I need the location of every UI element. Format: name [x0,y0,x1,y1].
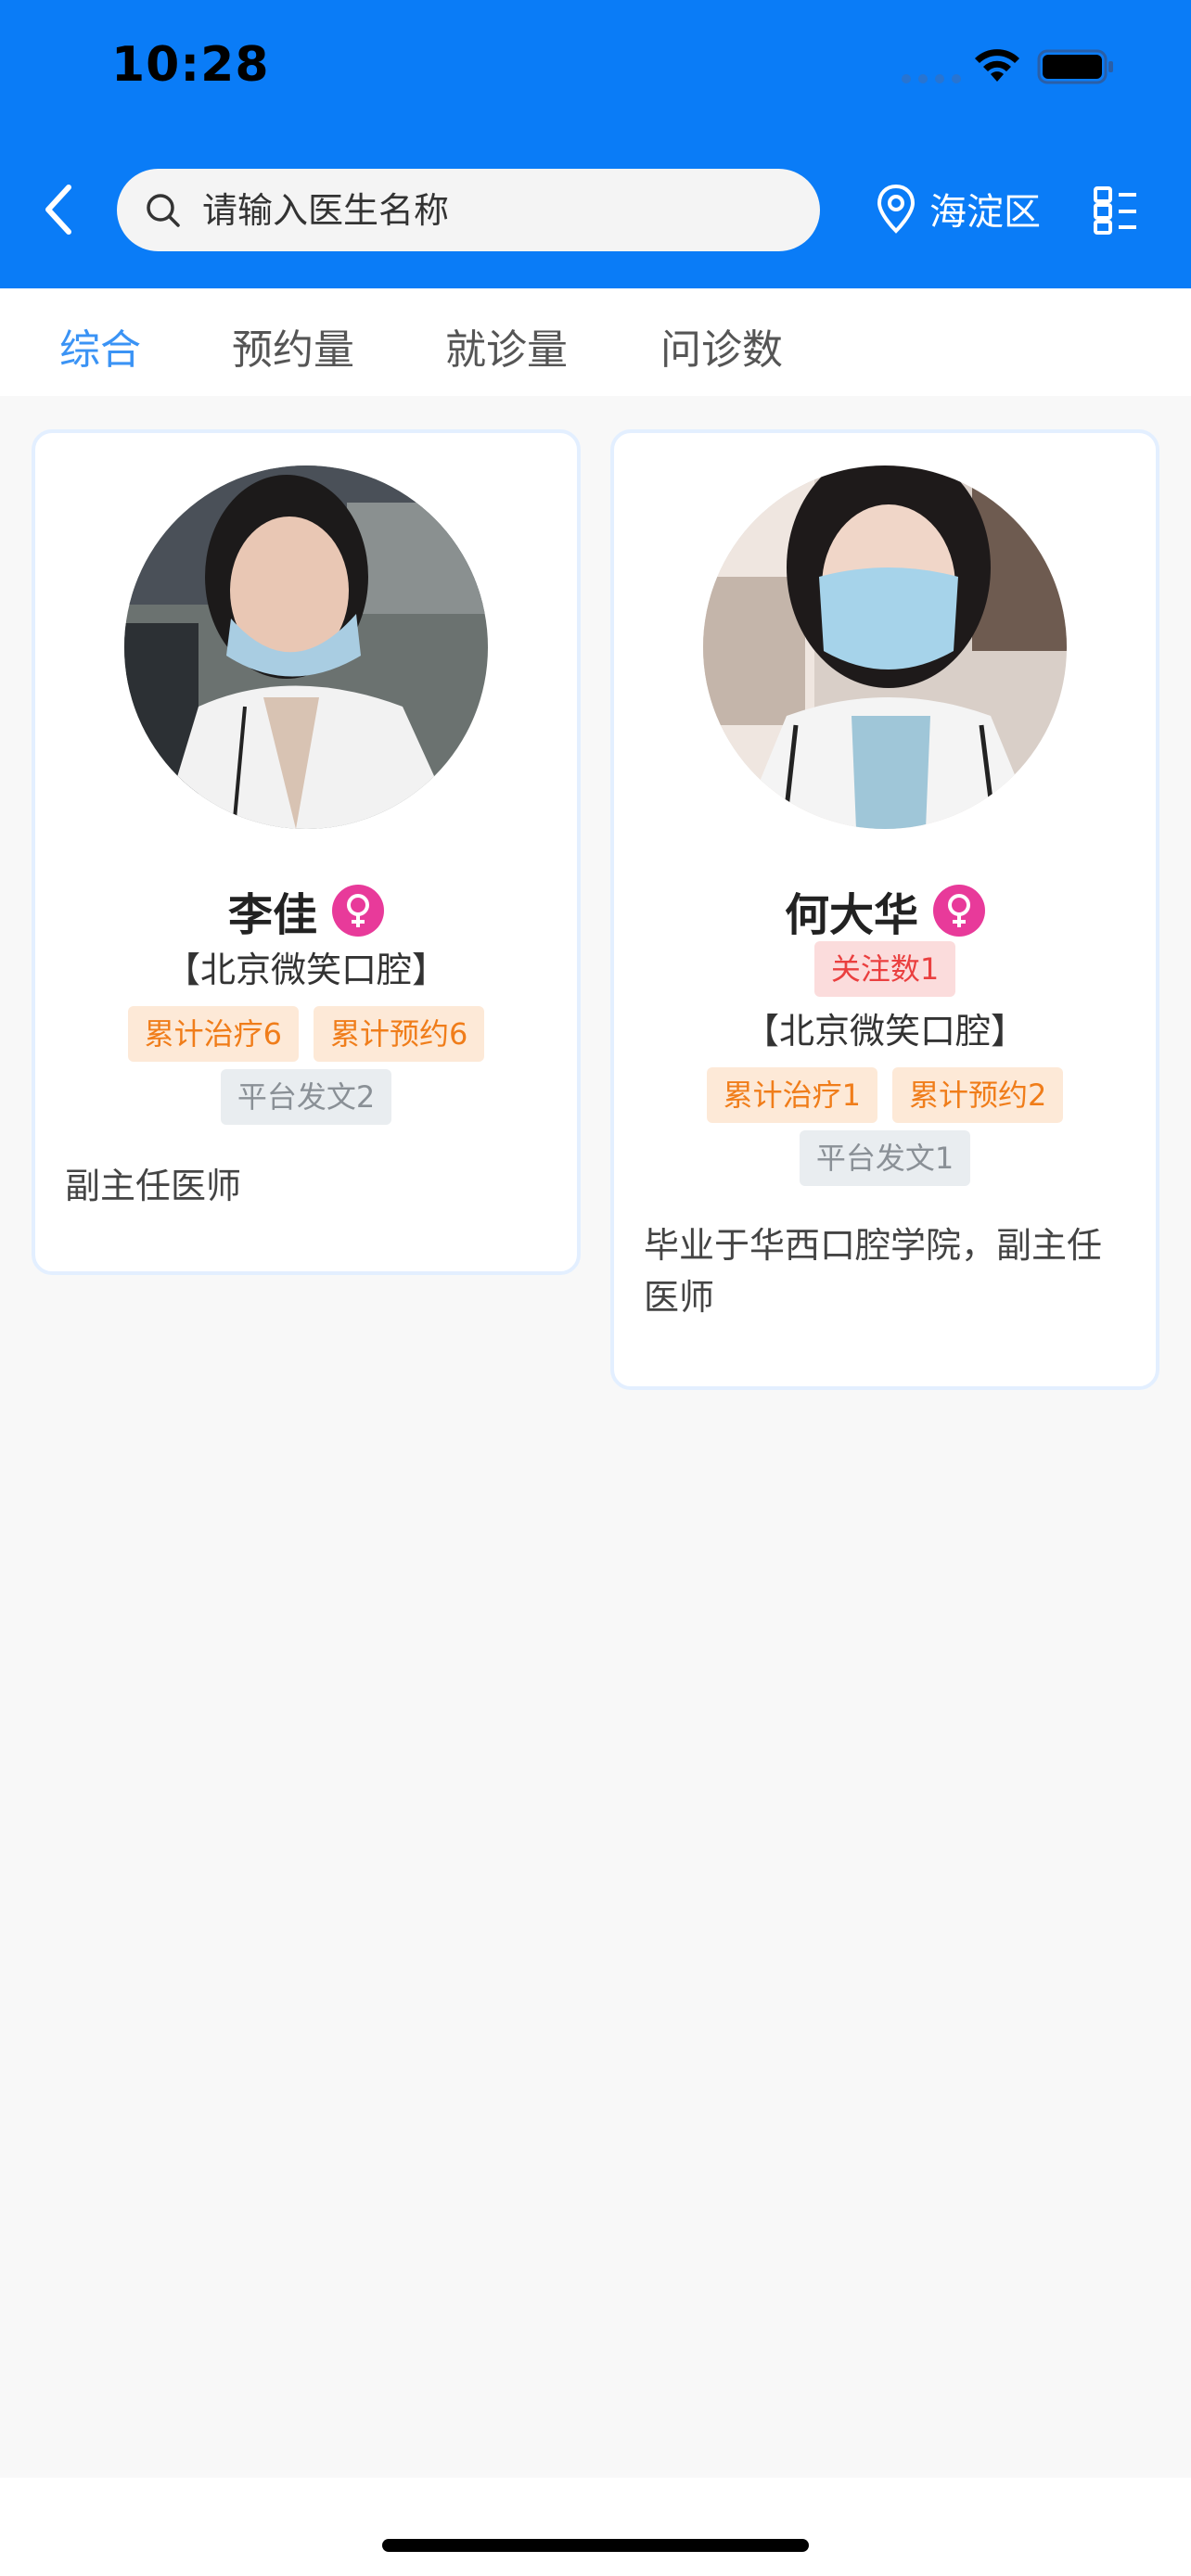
article-tags: 平台发文2 [35,1069,577,1125]
tab-consultations[interactable]: 问诊数 [660,316,783,376]
home-indicator[interactable] [382,2539,809,2552]
bottom-safe-area [0,2478,1191,2576]
search-box[interactable] [117,169,820,251]
search-input[interactable] [202,189,740,231]
doctor-name-row: 李佳 [35,878,577,943]
location-pin-icon [877,184,916,234]
doctor-name-row: 何大华 [614,878,1156,943]
location-selector[interactable]: 海淀区 [876,182,1041,236]
status-time: 10:28 [111,37,270,93]
female-icon [332,885,384,937]
stats-tags: 累计治疗6 累计预约6 [35,1006,577,1062]
doctor-name: 李佳 [227,889,317,941]
cellular-signal-icon [902,74,961,83]
doctor-card[interactable]: 何大华 关注数1 【北京微笑口腔】 累计治疗1 累计预约2 平台发文1 毕业于华… [610,429,1159,1390]
screen: 10:28 海淀区 [0,0,1191,2576]
header: 10:28 海淀区 [0,0,1191,288]
battery-icon [1037,49,1113,84]
treatment-count-tag: 累计治疗1 [706,1067,877,1123]
female-icon [933,885,985,937]
wifi-icon [975,49,1019,82]
appointment-count-tag: 累计预约6 [314,1006,485,1062]
doctor-description: 毕业于华西口腔学院，副主任 医师 [644,1219,1102,1323]
stats-tags: 累计治疗1 累计预约2 [614,1067,1156,1123]
treatment-count-tag: 累计治疗6 [127,1006,299,1062]
doctor-name: 何大华 [784,889,918,941]
tab-visits[interactable]: 就诊量 [445,316,568,376]
hospital-name: 【北京微笑口腔】 [164,950,447,990]
follow-tags: 关注数1 [614,941,1156,997]
hospital-name: 【北京微笑口腔】 [743,1011,1026,1052]
article-count-tag: 平台发文1 [799,1130,971,1186]
doctor-avatar [124,465,488,829]
doctor-description-line: 毕业于华西口腔学院，副主任 [644,1225,1103,1266]
doctor-avatar [703,465,1067,829]
tab-comprehensive[interactable]: 综合 [59,316,141,376]
back-icon[interactable] [37,182,80,237]
article-count-tag: 平台发文2 [220,1069,392,1125]
follow-count-tag: 关注数1 [813,941,956,997]
doctor-description-line: 医师 [644,1277,715,1318]
category-grid-icon[interactable] [1093,185,1139,236]
tab-appointments[interactable]: 预约量 [232,316,354,376]
sort-tabs: 综合 预约量 就诊量 问诊数 [0,288,1191,396]
location-label: 海淀区 [929,191,1041,234]
doctor-description: 副主任医师 [65,1166,242,1206]
article-tags: 平台发文1 [614,1130,1156,1186]
search-icon [147,193,180,227]
doctor-card[interactable]: 李佳 【北京微笑口腔】 累计治疗6 累计预约6 平台发文2 副主任医师 [32,429,581,1275]
appointment-count-tag: 累计预约2 [892,1067,1064,1123]
